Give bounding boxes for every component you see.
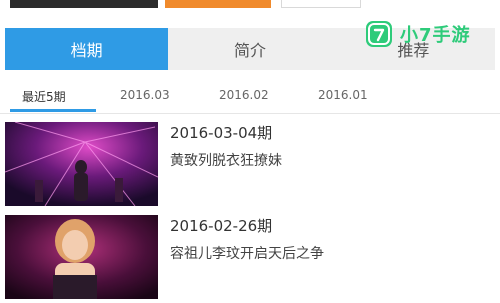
subtab-2016-01[interactable]: 2016.01 (318, 88, 368, 102)
month-filter-bar: 最近5期 2016.03 2016.02 2016.01 (0, 84, 500, 114)
subtab-recent[interactable]: 最近5期 (22, 88, 66, 105)
episode-thumbnail (5, 215, 158, 299)
episode-title: 黄致列脱衣狂撩妹 (170, 153, 282, 169)
episode-date: 2016-03-04期 (170, 124, 273, 142)
episode-thumbnail (5, 122, 158, 206)
episode-item[interactable]: 2016-03-04期 黄致列脱衣狂撩妹 (5, 122, 500, 210)
episode-item[interactable]: 2016-02-26期 容祖儿李玟开启天后之争 (5, 215, 500, 303)
episode-date: 2016-02-26期 (170, 217, 273, 235)
episode-title: 容祖儿李玟开启天后之争 (170, 246, 324, 262)
tab-schedule[interactable]: 档期 (5, 28, 169, 70)
active-subtab-indicator (10, 109, 96, 112)
watermark-text: 小7手游 (400, 25, 471, 46)
orange-action-button[interactable] (165, 0, 271, 8)
outline-action-button[interactable] (281, 0, 361, 8)
tab-intro[interactable]: 简介 (168, 28, 331, 70)
previous-thumbnail[interactable] (10, 0, 158, 8)
subtab-2016-03[interactable]: 2016.03 (120, 88, 170, 102)
watermark-logo: 小7手游 (366, 20, 471, 48)
watermark-icon (366, 21, 392, 47)
subtab-2016-02[interactable]: 2016.02 (219, 88, 269, 102)
divider (0, 113, 500, 114)
top-controls-strip (0, 0, 500, 14)
